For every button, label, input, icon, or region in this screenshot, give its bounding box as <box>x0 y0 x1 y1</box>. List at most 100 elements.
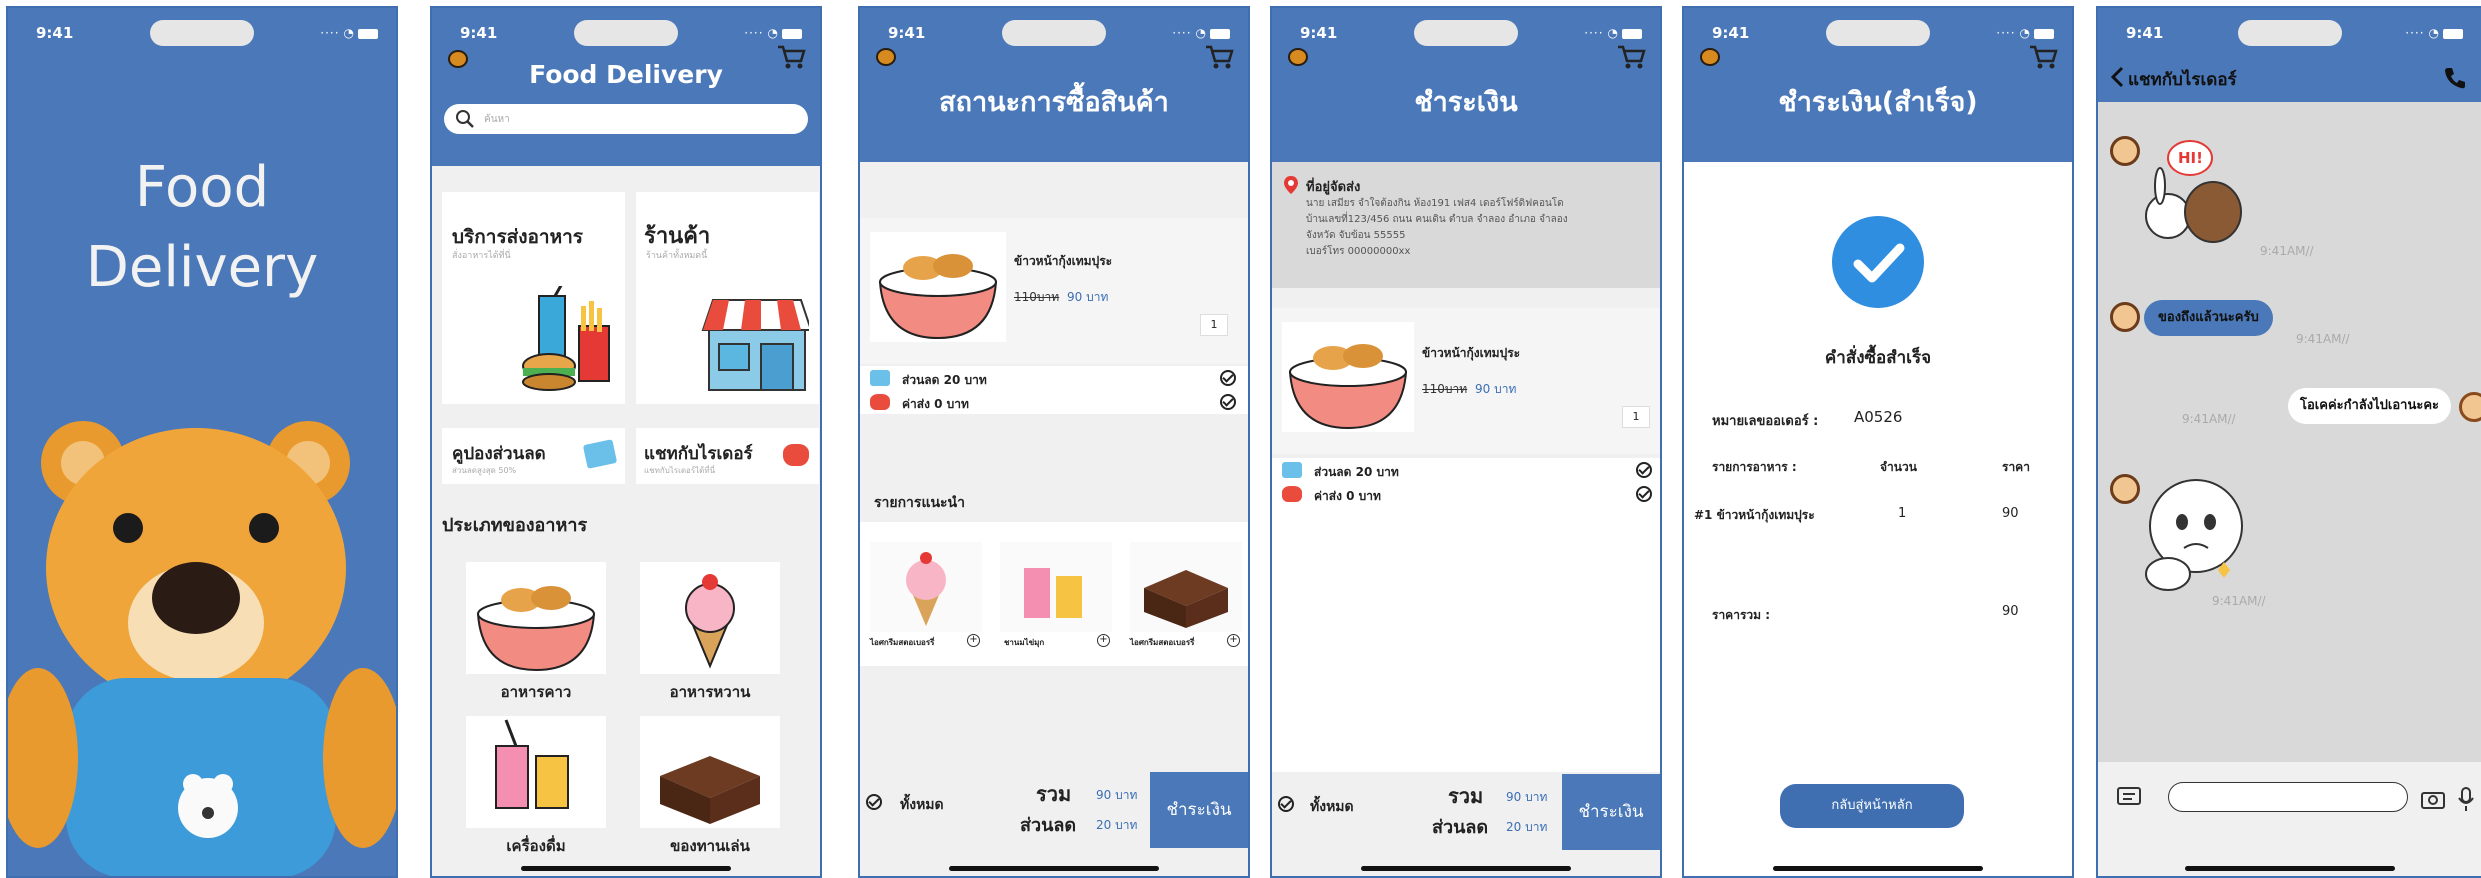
store-tile[interactable]: ร้านค้า ร้านค้าทั้งหมดนี้ <box>636 192 819 404</box>
signal-icons: ···· ◔ <box>320 26 378 40</box>
rider-avatar <box>2110 302 2140 332</box>
status-time: 9:41 <box>2126 24 2164 42</box>
item-new-price: 90 บาท <box>1475 382 1517 396</box>
quantity-stepper[interactable]: 1 <box>1200 314 1228 336</box>
discount-icon <box>1282 462 1302 478</box>
discount-row: ส่วนลด 20 บาท <box>860 366 1248 390</box>
drinks-icon <box>495 719 569 809</box>
pay-button[interactable]: ชำระเงิน <box>1150 772 1248 848</box>
payment-screen: 9:41 ···· ◔ ชำระเงิน ที่อยู่จัดส่ง นาย เส… <box>1270 6 1662 878</box>
address-title: ที่อยู่จัดส่ง <box>1306 180 1361 195</box>
select-all-checkbox[interactable] <box>866 794 882 810</box>
coupon-tile[interactable]: คูปองส่วนลด ส่วนลดสูงสุด 50% <box>442 428 625 484</box>
delivery-service-tile[interactable]: บริการส่งอาหาร สั่งอาหารได้ที่นี่ <box>442 192 625 404</box>
sticker-text: HI! <box>2178 149 2203 167</box>
category-image <box>466 562 606 674</box>
chat-rider-tile[interactable]: แชทกับไรเดอร์ แชทกับไรเดอร์ได้ที่นี่ <box>636 428 819 484</box>
microphone-icon[interactable] <box>2456 786 2476 812</box>
cart-icon[interactable] <box>2028 44 2058 70</box>
bear-logo-icon[interactable] <box>876 48 896 66</box>
page-title: ชำระเงิน <box>1414 87 1518 118</box>
user-message-text: โอเคค่ะกำลังไปเอานะคะ <box>2300 398 2439 413</box>
tempura-bowl-icon <box>878 254 998 340</box>
message-input[interactable] <box>2168 782 2408 812</box>
shipping-checkbox[interactable] <box>1220 394 1236 410</box>
category-item[interactable]: อาหารหวาน <box>640 562 780 702</box>
item-price: 110บาท 90 บาท <box>1014 288 1108 307</box>
coupon-icon <box>582 439 618 469</box>
address-line: จังหวัด จับข้อน 55555 <box>1306 230 1406 241</box>
category-image <box>640 716 780 828</box>
signal-icons: ···· ◔ <box>1996 26 2054 40</box>
bear-logo-icon[interactable] <box>1700 48 1720 66</box>
discount-value: 20 บาท <box>1096 818 1138 832</box>
ice-cream-icon <box>685 574 735 669</box>
discount-checkbox[interactable] <box>1636 462 1652 478</box>
tile-subtitle: สั่งอาหารได้ที่นี่ <box>452 251 511 261</box>
recommended-title: รายการแนะนำ <box>874 495 965 511</box>
discount-row: ส่วนลด 20 บาท <box>1272 458 1660 482</box>
tile-subtitle: ส่วนลดสูงสุด 50% <box>452 466 517 475</box>
item-price: 110บาท 90 บาท <box>1422 380 1516 399</box>
category-label: ของทานเล่น <box>670 837 750 855</box>
success-message: คำสั่งซื้อสำเร็จ <box>1824 348 1932 368</box>
cart-item: ข้าวหน้ากุ้งเทมปุระ 110บาท 90 บาท 1 <box>860 218 1248 364</box>
category-label: อาหารคาว <box>500 683 572 701</box>
message-time: 9:41AM// <box>2212 594 2266 608</box>
rider-message-text: ของถึงแล้วนะครับ <box>2158 310 2259 325</box>
category-item[interactable]: อาหารคาว <box>466 562 606 702</box>
check-circle-icon <box>1832 216 1924 308</box>
recommended-item[interactable]: ไอศกรีมสตอเบอรรี่ + <box>1130 542 1242 652</box>
bear-logo-icon[interactable] <box>1288 48 1308 66</box>
dynamic-island <box>150 20 254 46</box>
cart-icon[interactable] <box>1616 44 1646 70</box>
splash-title-line2: Delivery <box>85 235 319 300</box>
item-image <box>1282 322 1414 432</box>
discount-checkbox[interactable] <box>1220 370 1236 386</box>
back-arrow-icon[interactable] <box>2110 66 2124 88</box>
discount-icon <box>870 370 890 386</box>
add-icon[interactable]: + <box>967 634 980 647</box>
search-bar[interactable]: ค้นหา <box>444 104 808 134</box>
address-line: เบอร์โทร 00000000xx <box>1306 246 1411 257</box>
recommended-item[interactable]: ชานมไข่มุก + <box>1000 542 1112 652</box>
back-home-button[interactable]: กลับสู่หน้าหลัก <box>1780 784 1964 828</box>
ice-cream-icon <box>906 552 946 626</box>
splash-screen: 9:41 ···· ◔ Food Delivery <box>6 6 398 878</box>
category-item[interactable]: เครื่องดื่ม <box>466 716 606 866</box>
phone-icon[interactable] <box>2443 66 2467 90</box>
add-icon[interactable]: + <box>1097 634 1110 647</box>
quantity-stepper[interactable]: 1 <box>1622 406 1650 428</box>
total-value: 90 บาท <box>1096 788 1138 802</box>
select-all-checkbox[interactable] <box>1278 796 1294 812</box>
brownie-icon <box>1144 570 1228 628</box>
column-price: ราคา <box>2002 460 2030 474</box>
cart-icon[interactable] <box>1204 44 1234 70</box>
chat-screen: 9:41 ···· ◔ แชทกับไรเดอร์ HI! 9:41AM// ขอ… <box>2096 6 2481 878</box>
chat-menu-icon[interactable] <box>2116 786 2142 808</box>
discount-label: ส่วนลด <box>1020 815 1077 836</box>
total-value: 90 บาท <box>1506 790 1548 804</box>
status-bar: 9:41 ···· ◔ <box>1272 8 1660 64</box>
address-box[interactable]: ที่อยู่จัดส่ง นาย เสมียร จำใจต้องกิน ห้อ… <box>1272 162 1660 288</box>
column-qty: จำนวน <box>1880 460 1917 474</box>
signal-icons: ···· ◔ <box>2405 26 2463 40</box>
category-item[interactable]: ของทานเล่น <box>640 716 780 866</box>
store-icon <box>701 299 809 391</box>
home-indicator <box>949 866 1159 871</box>
message-time: 9:41AM// <box>2182 412 2236 426</box>
pay-button[interactable]: ชำระเงิน <box>1562 774 1660 850</box>
splash-title: Food Delivery <box>8 148 396 308</box>
add-icon[interactable]: + <box>1227 634 1240 647</box>
camera-icon[interactable] <box>2420 788 2446 810</box>
sum-value: 90 <box>2002 604 2019 619</box>
total-label: รวม <box>1448 784 1484 808</box>
tempura-bowl-icon <box>476 586 596 672</box>
shipping-text: ค่าส่ง 0 บาท <box>1314 489 1381 503</box>
shipping-checkbox[interactable] <box>1636 486 1652 502</box>
brownie-icon <box>660 756 760 824</box>
recommended-item[interactable]: ไอศกรีมสตอเบอรรี่ + <box>870 542 982 652</box>
select-all-label: ทั้งหมด <box>1310 799 1354 815</box>
item-old-price: 110บาท <box>1014 290 1060 304</box>
row-qty: 1 <box>1898 506 1907 521</box>
